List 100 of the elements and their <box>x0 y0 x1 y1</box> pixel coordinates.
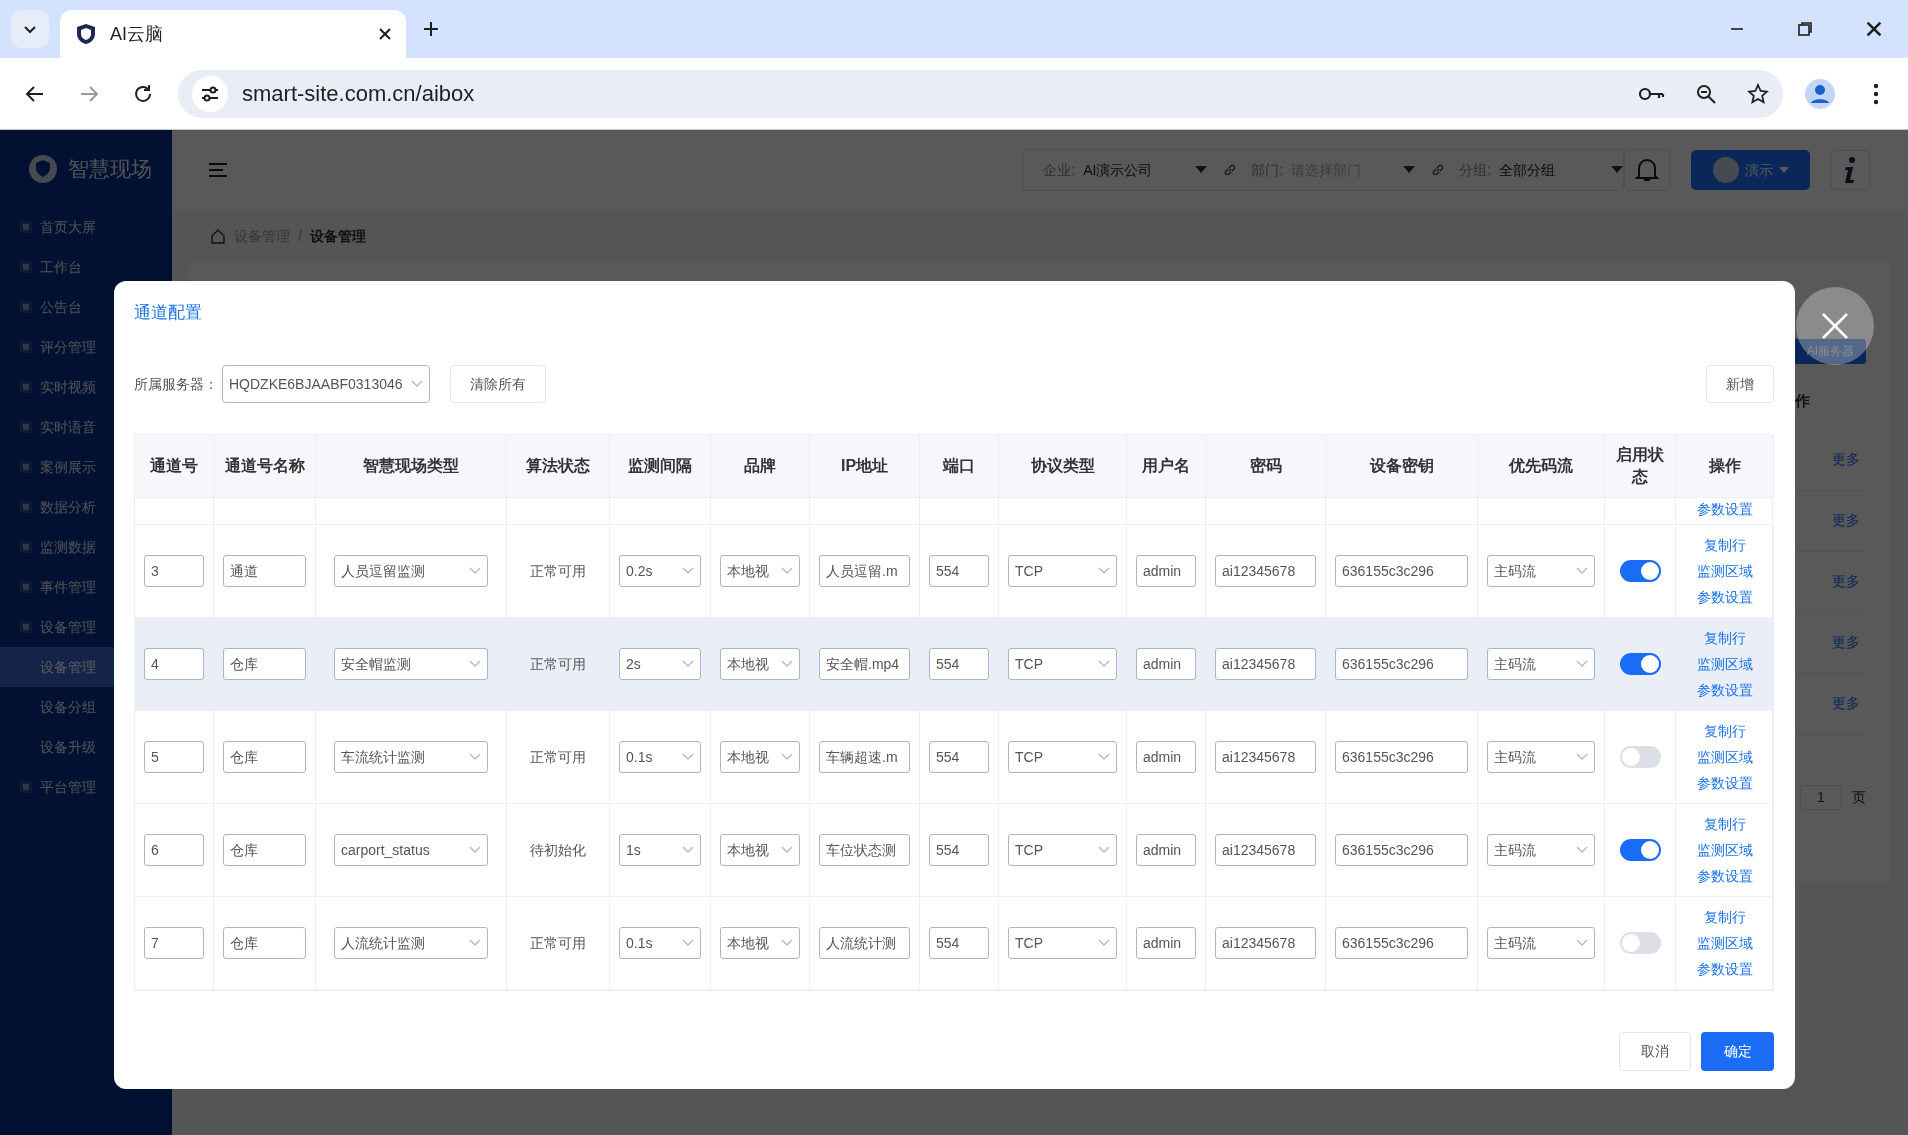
select-field[interactable]: 主码流 <box>1487 927 1595 959</box>
confirm-button[interactable]: 确定 <box>1701 1032 1774 1071</box>
reload-icon[interactable] <box>132 82 154 105</box>
input-field[interactable]: 仓库 <box>223 834 306 866</box>
input-field[interactable]: 人流统计测 <box>819 927 910 959</box>
select-field[interactable]: 0.1s <box>619 927 701 959</box>
select-field[interactable]: 本地视 <box>720 834 800 866</box>
select-field[interactable]: 人流统计监测 <box>334 927 488 959</box>
input-field[interactable]: 636155c3c296 <box>1335 648 1468 680</box>
input-field[interactable]: 人员逗留.m <box>819 555 910 587</box>
select-field[interactable]: TCP <box>1008 555 1117 587</box>
cancel-button[interactable]: 取消 <box>1619 1032 1691 1071</box>
close-icon[interactable] <box>1865 20 1883 38</box>
input-field[interactable]: admin <box>1136 741 1196 773</box>
caret-icon[interactable] <box>1195 166 1208 174</box>
profile-icon[interactable] <box>1805 78 1835 109</box>
action-link[interactable]: 监测区域 <box>1696 560 1753 582</box>
input-field[interactable]: 车位状态测 <box>819 834 910 866</box>
input-field[interactable]: 通道 <box>223 555 306 587</box>
address-bar[interactable]: smart-site.com.cn/aibox <box>178 69 1783 118</box>
action-link[interactable]: 复制行 <box>1703 906 1746 928</box>
action-link[interactable]: 复制行 <box>1703 813 1746 835</box>
input-field[interactable]: admin <box>1136 927 1196 959</box>
input-field[interactable]: admin <box>1136 555 1196 587</box>
input-field[interactable]: ai12345678 <box>1215 834 1316 866</box>
input-field[interactable]: 636155c3c296 <box>1335 834 1468 866</box>
input-field[interactable]: ai12345678 <box>1215 555 1316 587</box>
input-field[interactable]: 7 <box>144 927 204 959</box>
menu-icon[interactable] <box>1873 82 1879 105</box>
input-field[interactable]: ai12345678 <box>1215 927 1316 959</box>
input-field[interactable]: 554 <box>929 834 989 866</box>
input-field[interactable]: 636155c3c296 <box>1335 555 1468 587</box>
action-link[interactable]: 复制行 <box>1703 534 1746 556</box>
action-link[interactable]: 参数设置 <box>1696 679 1753 701</box>
select-field[interactable]: 本地视 <box>720 555 800 587</box>
select-field[interactable]: 安全帽监测 <box>334 648 488 680</box>
action-link[interactable]: 参数设置 <box>1696 865 1753 887</box>
input-field[interactable]: 安全帽.mp4 <box>819 648 910 680</box>
action-link[interactable]: 监测区域 <box>1696 932 1753 954</box>
input-field[interactable]: 6 <box>144 834 204 866</box>
action-link[interactable]: 监测区域 <box>1696 839 1753 861</box>
link-icon[interactable] <box>1223 163 1238 177</box>
input-field[interactable]: 车辆超速.m <box>819 741 910 773</box>
select-field[interactable]: TCP <box>1008 834 1117 866</box>
input-field[interactable]: 554 <box>929 741 989 773</box>
select-field[interactable]: TCP <box>1008 741 1117 773</box>
select-field[interactable]: 1s <box>619 834 701 866</box>
toggle-switch[interactable] <box>1619 932 1661 954</box>
input-field[interactable]: 4 <box>144 648 204 680</box>
select-field[interactable]: 主码流 <box>1487 834 1595 866</box>
close-icon[interactable] <box>378 27 392 41</box>
toggle-switch[interactable] <box>1619 839 1661 861</box>
toggle-switch[interactable] <box>1619 746 1661 768</box>
select-field[interactable]: 人员逗留监测 <box>334 555 488 587</box>
select-field[interactable]: 本地视 <box>720 648 800 680</box>
tab-list-button[interactable] <box>11 10 49 48</box>
toggle-switch[interactable] <box>1619 653 1661 675</box>
zoom-icon[interactable] <box>1695 82 1717 105</box>
caret-icon[interactable] <box>1403 166 1416 174</box>
action-link[interactable]: 复制行 <box>1703 720 1746 742</box>
toggle-switch[interactable] <box>1619 560 1661 582</box>
notification-button[interactable] <box>1624 149 1670 191</box>
input-field[interactable]: 仓库 <box>223 648 306 680</box>
site-settings-icon[interactable] <box>192 75 228 112</box>
input-field[interactable]: ai12345678 <box>1215 741 1316 773</box>
input-field[interactable]: 仓库 <box>223 741 306 773</box>
input-field[interactable]: 3 <box>144 555 204 587</box>
menu-toggle-button[interactable] <box>208 162 228 178</box>
select-field[interactable]: 2s <box>619 648 701 680</box>
input-field[interactable]: 554 <box>929 555 989 587</box>
select-field[interactable]: TCP <box>1008 648 1117 680</box>
action-link[interactable]: 监测区域 <box>1696 653 1753 675</box>
browser-tab[interactable]: AI云脑 <box>60 10 406 58</box>
select-field[interactable]: 0.1s <box>619 741 701 773</box>
action-link[interactable]: 监测区域 <box>1696 746 1753 768</box>
input-field[interactable]: ai12345678 <box>1215 648 1316 680</box>
input-field[interactable]: 仓库 <box>223 927 306 959</box>
select-field[interactable]: carport_status <box>334 834 488 866</box>
add-button[interactable]: 新增 <box>1706 365 1774 403</box>
caret-icon[interactable] <box>1611 166 1623 174</box>
clear-all-button[interactable]: 清除所有 <box>450 365 546 403</box>
home-icon[interactable] <box>210 228 226 244</box>
action-link[interactable]: 参数设置 <box>1696 772 1753 794</box>
server-select[interactable]: HQDZKE6BJAABF0313046 <box>222 365 430 403</box>
action-link[interactable]: 复制行 <box>1703 627 1746 649</box>
select-field[interactable]: 本地视 <box>720 927 800 959</box>
select-field[interactable]: 主码流 <box>1487 648 1595 680</box>
restore-icon[interactable] <box>1797 21 1813 37</box>
input-field[interactable]: 5 <box>144 741 204 773</box>
info-button[interactable] <box>1830 150 1870 190</box>
input-field[interactable]: admin <box>1136 648 1196 680</box>
star-icon[interactable] <box>1747 82 1769 105</box>
action-link[interactable]: 参数设置 <box>1696 498 1753 520</box>
action-link[interactable]: 参数设置 <box>1696 586 1753 608</box>
new-tab-button[interactable] <box>422 20 440 38</box>
select-field[interactable]: 0.2s <box>619 555 701 587</box>
select-field[interactable]: 主码流 <box>1487 741 1595 773</box>
input-field[interactable]: 554 <box>929 927 989 959</box>
input-field[interactable]: admin <box>1136 834 1196 866</box>
action-link[interactable]: 参数设置 <box>1696 958 1753 980</box>
